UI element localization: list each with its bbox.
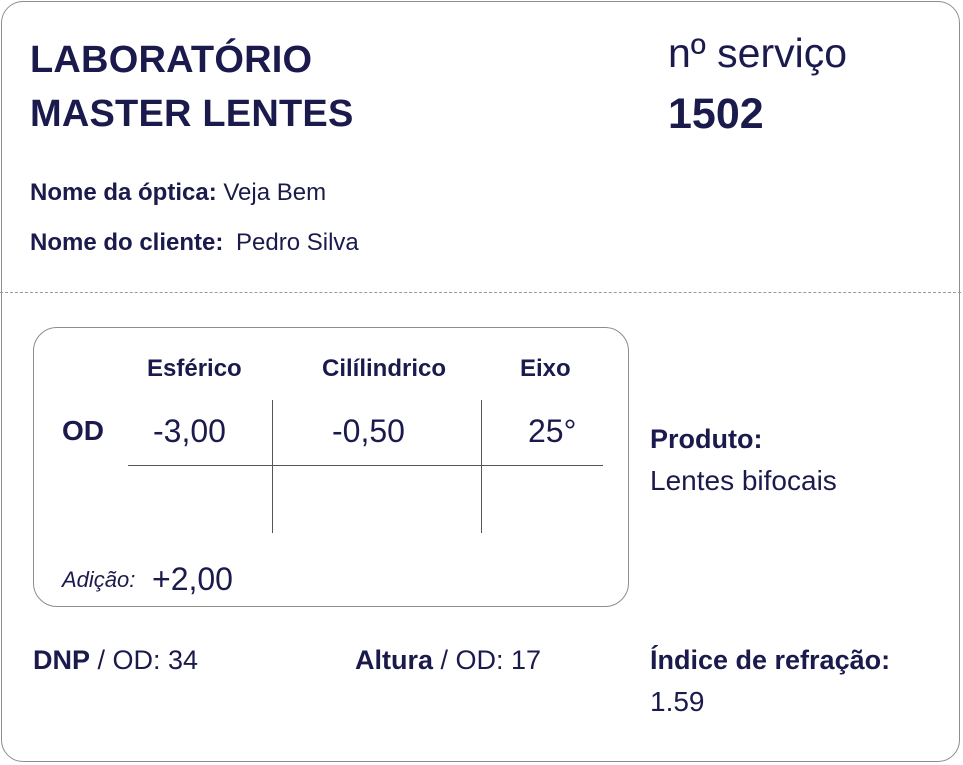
lab-name: LABORATÓRIO MASTER LENTES (30, 33, 354, 141)
lab-name-line2: MASTER LENTES (30, 93, 354, 135)
cliente-label: Nome do cliente: (30, 229, 224, 256)
altura-label: Altura (355, 645, 434, 675)
eixo-value: 25° (528, 413, 577, 449)
col-header-esferico: Esférico (147, 355, 242, 382)
optica-value: Veja Bem (223, 179, 327, 206)
eye-label-od: OD (62, 415, 104, 446)
lab-name-line1: LABORATÓRIO (30, 39, 313, 81)
altura-field: Altura / OD: 17 (355, 645, 541, 676)
section-divider (0, 292, 961, 293)
grid-divider-row (128, 465, 603, 466)
indice-value: 1.59 (650, 686, 705, 717)
cliente-field: Nome do cliente: Pedro Silva (30, 229, 359, 257)
optica-label: Nome da óptica: (30, 179, 217, 206)
product-value: Lentes bifocais (650, 465, 837, 496)
col-header-eixo: Eixo (520, 355, 571, 382)
cilindrico-value: -0,50 (332, 413, 405, 449)
service-number: 1502 (668, 90, 764, 138)
service-number-label: nº serviço (668, 30, 848, 76)
adicao-label: Adição: (62, 567, 136, 592)
product-label: Produto: (650, 424, 763, 454)
dnp-field: DNP / OD: 34 (33, 645, 198, 676)
dnp-value: / OD: 34 (90, 645, 199, 675)
adicao-value: +2,00 (152, 561, 233, 597)
optica-field: Nome da óptica: Veja Bem (30, 179, 326, 207)
altura-value: / OD: 17 (433, 645, 542, 675)
esferico-value: -3,00 (153, 413, 226, 449)
dnp-label: DNP (33, 645, 91, 675)
grid-divider-2 (481, 400, 482, 533)
grid-divider-1 (272, 400, 273, 533)
col-header-cilindrico: Cilílindrico (322, 355, 447, 382)
cliente-value: Pedro Silva (236, 229, 359, 256)
indice-label: Índice de refração: (650, 645, 891, 675)
